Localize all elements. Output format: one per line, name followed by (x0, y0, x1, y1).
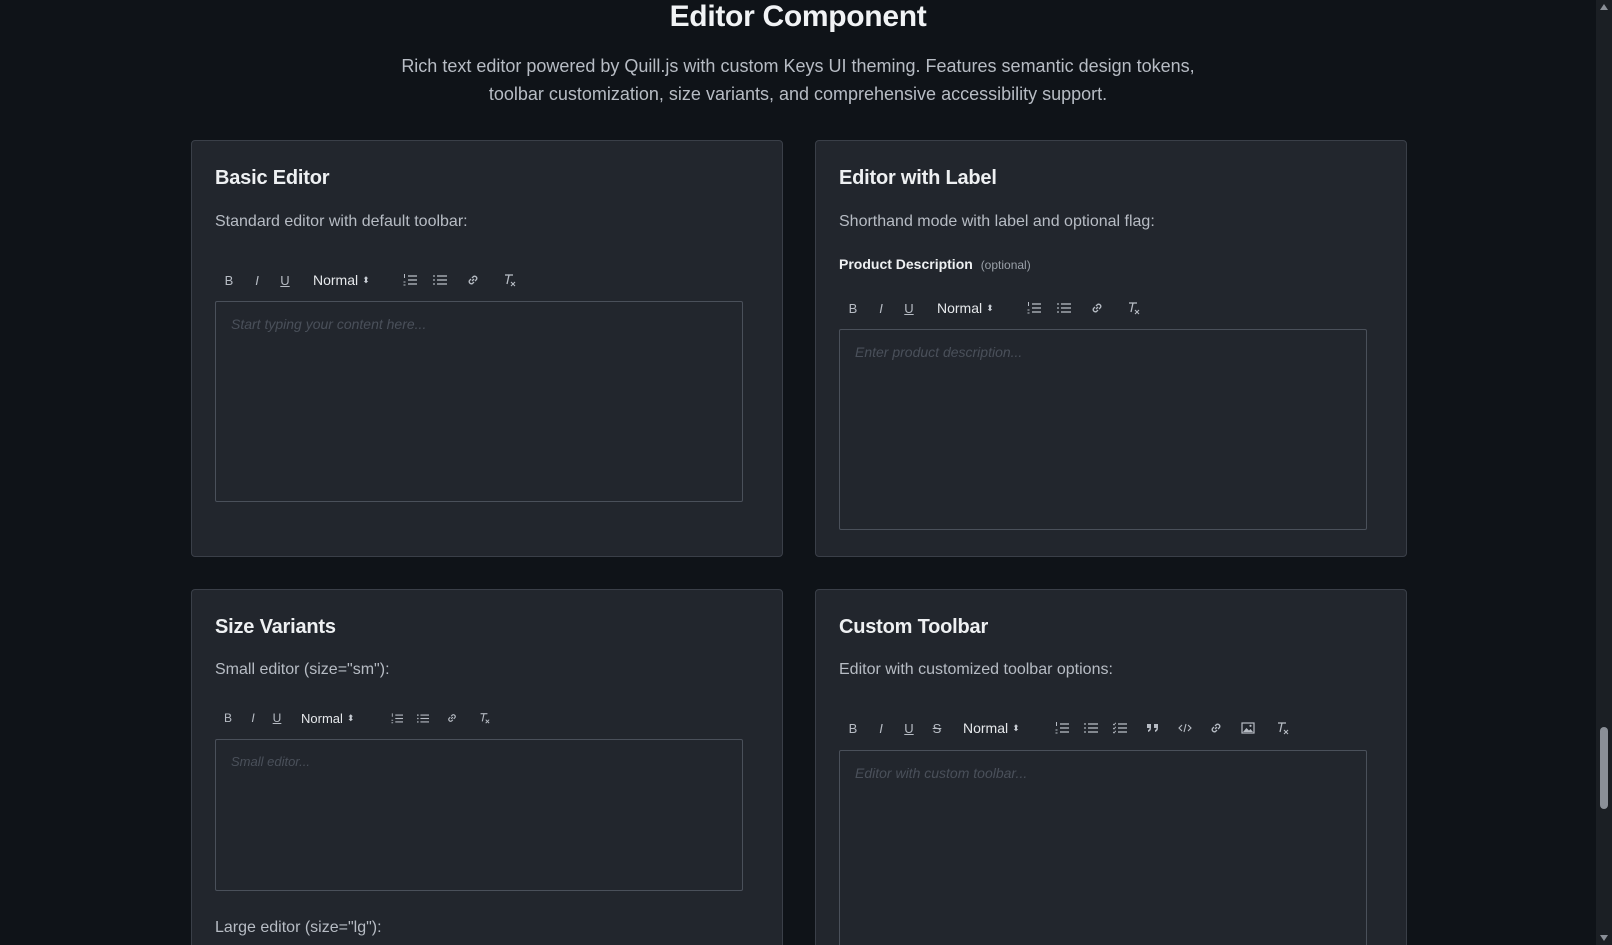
clear-formatting-icon (480, 713, 490, 724)
checklist-icon (1112, 722, 1127, 734)
optional-flag: (optional) (980, 258, 1031, 272)
link-icon (1211, 723, 1221, 733)
field-label: Product Description (optional) (839, 256, 1031, 272)
basic-editor-card: Basic Editor Standard editor with defaul… (191, 140, 783, 557)
caret-updown-icon: ⬍ (986, 303, 994, 313)
size-variants-card: Size Variants Small editor (size="sm"): … (191, 589, 783, 945)
editor-toolbar: B I U Normal ⬍ (215, 265, 527, 295)
custom-editor-area[interactable]: Editor with custom toolbar... (839, 750, 1367, 945)
editor-placeholder: Enter product description... (855, 344, 1023, 360)
header-select[interactable]: Normal ⬍ (313, 268, 395, 292)
caret-updown-icon: ⬍ (362, 275, 370, 285)
link-icon (448, 714, 456, 722)
link-icon (1092, 303, 1102, 313)
italic-button[interactable]: I (867, 296, 895, 320)
card-title: Size Variants (215, 616, 336, 638)
bullet-list-icon (1083, 723, 1098, 733)
small-editor-label: Small editor (size="sm"): (215, 661, 390, 678)
bullet-list-button[interactable] (1076, 716, 1105, 740)
scroll-up-arrow-icon[interactable] (1600, 4, 1608, 10)
scrollbar-thumb[interactable] (1600, 727, 1608, 809)
ordered-list-icon (403, 274, 417, 286)
underline-button[interactable]: U (265, 706, 289, 730)
clean-format-button[interactable] (468, 706, 500, 730)
underline-button[interactable]: U (271, 268, 299, 292)
italic-button[interactable]: I (867, 716, 895, 740)
small-editor-toolbar: B I U Normal ⬍ (215, 703, 500, 733)
editor-placeholder: Editor with custom toolbar... (855, 765, 1028, 781)
caret-updown-icon: ⬍ (1012, 723, 1020, 733)
editor-toolbar: B I U Normal ⬍ (839, 293, 1151, 323)
header-select[interactable]: Normal ⬍ (963, 716, 1047, 740)
card-title: Custom Toolbar (839, 616, 989, 638)
ordered-list-button[interactable] (395, 268, 425, 292)
ordered-list-icon (391, 712, 403, 723)
header-select-value: Normal (937, 300, 983, 316)
bullet-list-button[interactable] (410, 706, 436, 730)
bullet-list-icon (433, 275, 447, 285)
card-description: Editor with customized toolbar options: (839, 661, 1113, 678)
header-select[interactable]: Normal ⬍ (937, 296, 1019, 320)
ordered-list-icon (1027, 302, 1041, 314)
link-button[interactable] (436, 706, 468, 730)
checklist-button[interactable] (1105, 716, 1134, 740)
editor-placeholder: Small editor... (231, 754, 310, 769)
underline-button[interactable]: U (895, 716, 923, 740)
bullet-list-button[interactable] (1049, 296, 1079, 320)
page-description: Rich text editor powered by Quill.js wit… (401, 56, 1195, 104)
card-description: Shorthand mode with label and optional f… (839, 213, 1155, 230)
bullet-list-button[interactable] (425, 268, 455, 292)
bold-button[interactable]: B (839, 716, 867, 740)
clear-formatting-icon (1129, 302, 1140, 315)
italic-button[interactable]: I (243, 268, 271, 292)
basic-editor-area[interactable]: Start typing your content here... (215, 301, 743, 502)
underline-button[interactable]: U (895, 296, 923, 320)
caret-updown-icon: ⬍ (346, 713, 355, 723)
link-button[interactable] (1198, 716, 1234, 740)
link-button[interactable] (1079, 296, 1115, 320)
italic-button[interactable]: I (241, 706, 265, 730)
header-select-value: Normal (301, 710, 343, 726)
clear-formatting-icon (1278, 722, 1289, 735)
code-icon (1178, 723, 1192, 733)
code-block-button[interactable] (1172, 716, 1198, 740)
bold-button[interactable]: B (215, 268, 243, 292)
page-title: Editor Component (669, 0, 927, 33)
bold-button[interactable]: B (839, 296, 867, 320)
field-label-text: Product Description (839, 256, 973, 272)
card-title: Editor with Label (839, 167, 997, 189)
image-button[interactable] (1234, 716, 1262, 740)
strike-button[interactable]: S (923, 716, 951, 740)
custom-toolbar-card: Custom Toolbar Editor with customized to… (815, 589, 1407, 945)
custom-editor-toolbar: B I U S Normal ⬍ (839, 713, 1302, 743)
header-select-value: Normal (963, 720, 1009, 736)
bullet-list-icon (1057, 303, 1071, 313)
blockquote-button[interactable] (1134, 716, 1172, 740)
header-select[interactable]: Normal ⬍ (301, 706, 384, 730)
quote-icon (1147, 724, 1158, 732)
clean-format-button[interactable] (1262, 716, 1302, 740)
link-button[interactable] (455, 268, 491, 292)
clear-formatting-icon (505, 274, 516, 287)
card-description: Standard editor with default toolbar: (215, 213, 468, 230)
scroll-down-arrow-icon[interactable] (1600, 935, 1608, 941)
product-description-editor[interactable]: Enter product description... (839, 329, 1367, 530)
large-editor-label: Large editor (size="lg"): (215, 919, 382, 936)
editor-placeholder: Start typing your content here... (231, 316, 427, 332)
clean-format-button[interactable] (1115, 296, 1151, 320)
header-select-value: Normal (313, 272, 359, 288)
ordered-list-button[interactable] (384, 706, 410, 730)
image-icon (1241, 722, 1255, 734)
card-title: Basic Editor (215, 167, 330, 189)
link-icon (468, 275, 478, 285)
label-editor-card: Editor with Label Shorthand mode with la… (815, 140, 1407, 557)
bullet-list-icon (417, 713, 429, 723)
ordered-list-button[interactable] (1019, 296, 1049, 320)
page-scrollbar[interactable] (1596, 0, 1612, 945)
small-editor-area[interactable]: Small editor... (215, 739, 743, 891)
ordered-list-icon (1055, 722, 1069, 734)
clean-format-button[interactable] (491, 268, 527, 292)
ordered-list-button[interactable] (1047, 716, 1076, 740)
bold-button[interactable]: B (215, 706, 241, 730)
